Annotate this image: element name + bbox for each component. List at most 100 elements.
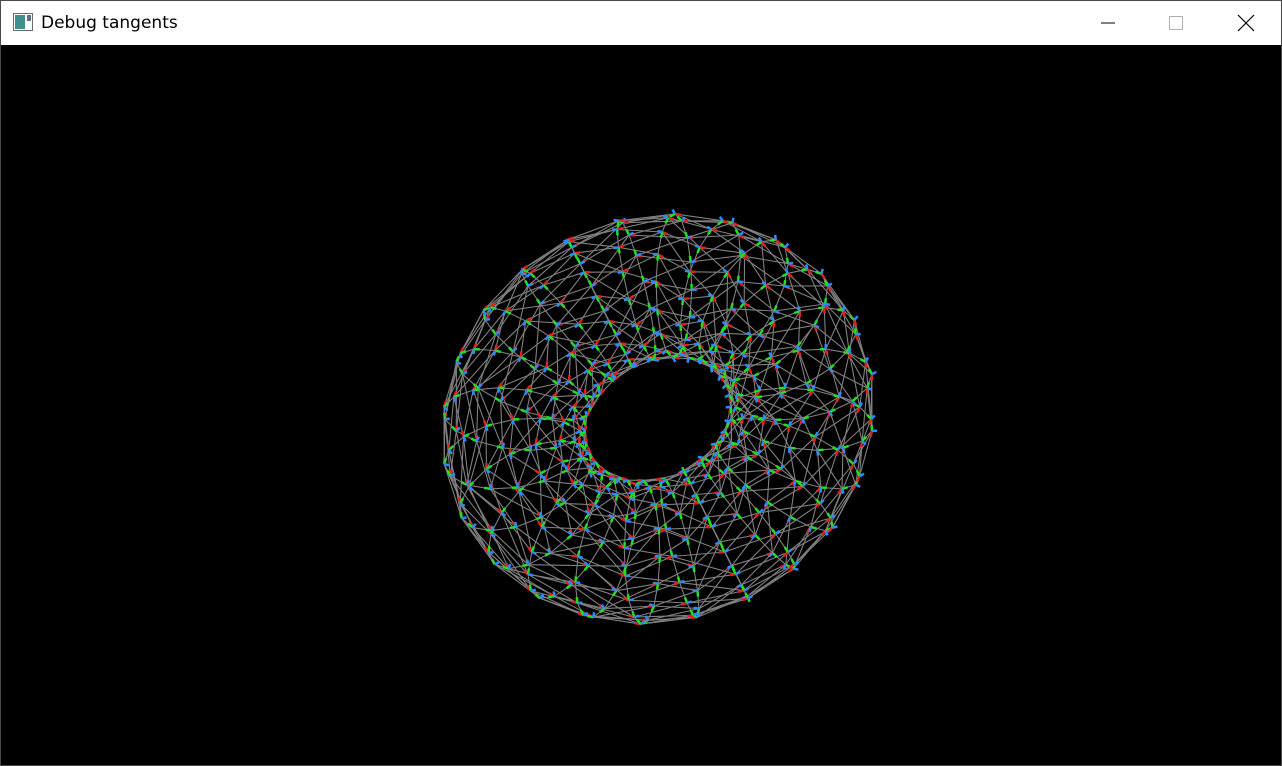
mesh-edge <box>659 538 688 557</box>
normal-vector <box>749 415 754 422</box>
normal-vector <box>549 396 554 402</box>
normal-vector <box>521 272 527 276</box>
bitangent-vector <box>562 459 569 463</box>
normal-vector <box>773 234 778 240</box>
normal-vector <box>525 272 532 278</box>
mesh-edge <box>494 563 541 599</box>
normal-vector <box>663 214 669 219</box>
wireframe-mesh <box>443 213 873 625</box>
mesh-edge <box>477 351 514 389</box>
mesh-edge <box>520 335 549 358</box>
mesh-edge <box>556 325 559 384</box>
normal-vector <box>571 243 577 249</box>
app-window-icon <box>13 13 33 31</box>
normal-vector <box>822 302 826 308</box>
bitangent-vector <box>848 458 855 465</box>
mesh-edge <box>588 565 627 567</box>
render-viewport[interactable] <box>1 45 1281 765</box>
mesh-edge <box>726 324 734 354</box>
mesh-edge <box>816 450 843 490</box>
bitangent-vector <box>539 469 547 475</box>
close-icon <box>1237 14 1255 32</box>
tangent-vector <box>770 533 777 540</box>
mesh-edge <box>591 255 637 287</box>
mesh-edge <box>552 394 585 398</box>
bitangent-vector <box>587 280 593 287</box>
normal-vector <box>675 323 681 327</box>
mesh-edge <box>672 551 725 558</box>
bitangent-vector <box>621 348 627 355</box>
normal-vector <box>667 491 673 496</box>
normal-vector <box>492 350 497 356</box>
normal-vector <box>717 375 722 381</box>
normal-vector <box>635 252 642 257</box>
tangent-vector <box>770 356 776 364</box>
normal-vector <box>738 231 744 237</box>
normal-vector <box>508 453 513 460</box>
normal-vector <box>737 280 744 284</box>
normal-vector <box>561 461 565 467</box>
normal-vector <box>855 483 861 489</box>
normal-vector <box>589 472 593 478</box>
close-button[interactable] <box>1211 1 1281 45</box>
mesh-edge <box>709 350 743 355</box>
tangent-vector <box>824 348 829 356</box>
mesh-edge <box>622 271 657 283</box>
normal-vector <box>584 528 590 533</box>
bitangent-vector <box>640 275 645 282</box>
normal-vector <box>591 612 596 618</box>
normal-vector <box>832 525 838 529</box>
mesh-edge <box>512 285 529 352</box>
mesh-edge <box>789 487 822 518</box>
normal-vector <box>792 480 797 487</box>
normal-vector <box>628 598 634 602</box>
bitangent-vector <box>771 551 778 558</box>
tangent-vector <box>600 485 607 489</box>
bitangent-vector <box>653 344 657 352</box>
mesh-edge <box>829 411 844 449</box>
normal-vector <box>581 440 587 445</box>
bitangent-vector <box>605 482 612 488</box>
normal-vector <box>840 488 845 494</box>
mesh-edge <box>658 512 681 530</box>
normal-vector <box>682 537 688 542</box>
normal-vector <box>650 503 656 507</box>
bitangent-vector <box>524 280 530 287</box>
tangent-vector <box>673 581 681 586</box>
mesh-edge <box>743 302 752 336</box>
normal-vector <box>574 323 580 329</box>
normal-vector <box>568 406 574 412</box>
bitangent-vector <box>572 389 579 395</box>
normal-vector <box>652 581 659 585</box>
bitangent-vector <box>683 596 689 604</box>
minimize-button[interactable] <box>1073 1 1143 45</box>
tangent-vector <box>654 485 661 491</box>
normal-vector <box>594 503 600 509</box>
normal-vector <box>538 511 544 518</box>
normal-vector <box>484 425 489 432</box>
tangent-vector <box>618 244 625 249</box>
mesh-edge <box>766 502 773 553</box>
normal-vector <box>720 332 727 337</box>
normal-vector <box>814 431 819 438</box>
bitangent-vector <box>700 461 706 469</box>
bitangent-vector <box>826 512 832 519</box>
tangent-vector <box>628 294 635 301</box>
normal-vector <box>784 242 790 249</box>
maximize-button[interactable] <box>1141 1 1211 45</box>
mesh-edge <box>560 295 597 304</box>
normal-vector <box>852 459 858 465</box>
bitangent-vector <box>626 594 631 601</box>
mesh-edge <box>758 485 804 514</box>
mesh-edge <box>500 351 514 402</box>
bitangent-vector <box>813 319 819 326</box>
title-bar[interactable]: Debug tangents <box>1 1 1281 45</box>
bitangent-vector <box>785 257 790 264</box>
normal-vector <box>711 523 717 529</box>
mesh-edge <box>591 334 617 365</box>
mesh-edge <box>624 547 673 558</box>
mesh-edge <box>531 551 576 583</box>
bitangent-vector <box>529 364 536 370</box>
normal-vector <box>613 246 619 250</box>
normal-vector <box>801 418 806 424</box>
